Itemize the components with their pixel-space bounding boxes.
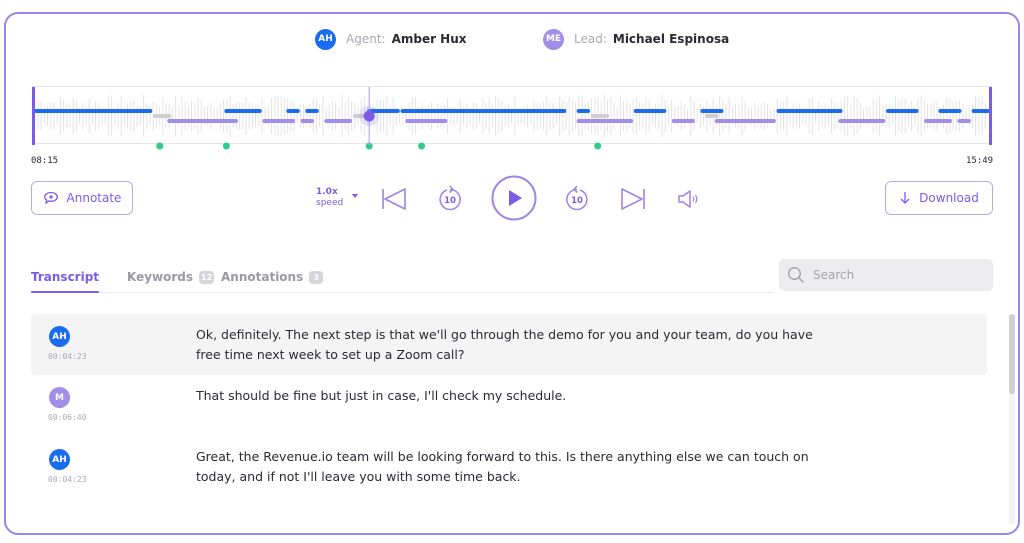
volume-button[interactable]: [676, 187, 702, 211]
annotate-label: Annotate: [66, 191, 122, 205]
skip-back-icon: [382, 188, 406, 210]
tab-keywords[interactable]: Keywords 12: [127, 270, 215, 284]
entry-timestamp[interactable]: 00:06:40: [48, 413, 87, 422]
timeline-graphic[interactable]: [32, 87, 992, 159]
participants-header: AH Agent: Amber Hux ME Lead: Michael Esp…: [0, 28, 1024, 50]
annotations-count-badge: 3: [309, 270, 324, 284]
entry-text: That should be fine but just in case, I'…: [196, 388, 567, 403]
forward-10-button[interactable]: 10: [563, 184, 591, 214]
lead-participant: ME Lead: Michael Espinosa: [543, 28, 729, 50]
speaker-avatar: AH: [49, 326, 70, 347]
transcript-entry[interactable]: AH 00:04:23 Ok, definitely. The next ste…: [31, 314, 987, 375]
transcript-entry[interactable]: M 00:06:40 That should be fine but just …: [31, 380, 987, 432]
agent-avatar: AH: [315, 28, 336, 50]
scrollbar-thumb[interactable]: [1009, 314, 1015, 394]
speed-selector[interactable]: 1.0x speed: [316, 187, 358, 209]
agent-role-label: Agent:: [346, 32, 386, 46]
annotate-button[interactable]: Annotate: [31, 181, 133, 215]
lead-role-label: Lead:: [574, 32, 607, 46]
tab-transcript[interactable]: Transcript: [31, 270, 100, 293]
skip-to-start-button[interactable]: [380, 185, 408, 213]
annotation-marker: [222, 142, 230, 150]
search-icon: [787, 266, 804, 283]
speaker-avatar: M: [49, 387, 70, 408]
speed-value: 1.0x: [316, 187, 338, 197]
arrow-down-icon: [899, 191, 911, 205]
tab-bar: Transcript Keywords 12 Annotations 3: [31, 266, 773, 293]
play-icon: [491, 175, 537, 221]
transcript-entry[interactable]: AH 00:04:23 Great, the Revenue.io team w…: [31, 442, 987, 502]
forward-seconds: 10: [571, 196, 583, 206]
rewind-10-button[interactable]: 10: [436, 184, 464, 214]
rewind-seconds: 10: [444, 196, 456, 206]
speaker-icon: [678, 190, 698, 208]
entry-text: Ok, definitely. The next step is that we…: [196, 327, 813, 362]
start-time: 08:15: [31, 156, 59, 166]
comment-plus-icon: [43, 191, 59, 205]
transcript-scrollbar[interactable]: [1009, 314, 1015, 524]
forward-icon: 10: [566, 185, 588, 211]
play-button[interactable]: [491, 175, 537, 221]
search-input[interactable]: [813, 268, 983, 282]
audio-timeline[interactable]: [32, 86, 992, 150]
rewind-icon: 10: [439, 185, 461, 211]
end-time: 15:49: [966, 156, 994, 166]
download-label: Download: [919, 191, 979, 205]
entry-text: Great, the Revenue.io team will be looki…: [196, 449, 809, 484]
playhead-handle[interactable]: [363, 110, 375, 122]
keywords-count-badge: 12: [199, 270, 215, 284]
annotation-marker: [156, 142, 164, 150]
caret-down-icon: [352, 194, 358, 198]
lead-name: Michael Espinosa: [612, 32, 730, 46]
tab-annotations-label: Annotations: [221, 270, 304, 284]
tab-keywords-label: Keywords: [127, 270, 194, 284]
speaker-avatar: AH: [49, 449, 70, 470]
entry-timestamp[interactable]: 00:04:23: [48, 352, 87, 361]
tab-transcript-label: Transcript: [31, 270, 100, 284]
agent-name: Amber Hux: [391, 32, 467, 46]
annotation-marker: [594, 142, 602, 150]
download-button[interactable]: Download: [885, 181, 993, 215]
entry-timestamp[interactable]: 00:04:23: [48, 475, 87, 484]
skip-to-end-button[interactable]: [619, 185, 647, 213]
annotation-marker: [418, 142, 426, 150]
lead-avatar: ME: [543, 28, 564, 50]
transcript-search[interactable]: [779, 259, 993, 291]
skip-forward-icon: [621, 188, 645, 210]
speed-label: speed: [316, 198, 344, 208]
agent-participant: AH Agent: Amber Hux: [315, 28, 467, 50]
transcript-list: AH 00:04:23 Ok, definitely. The next ste…: [31, 314, 987, 524]
tab-annotations[interactable]: Annotations 3: [221, 270, 324, 284]
